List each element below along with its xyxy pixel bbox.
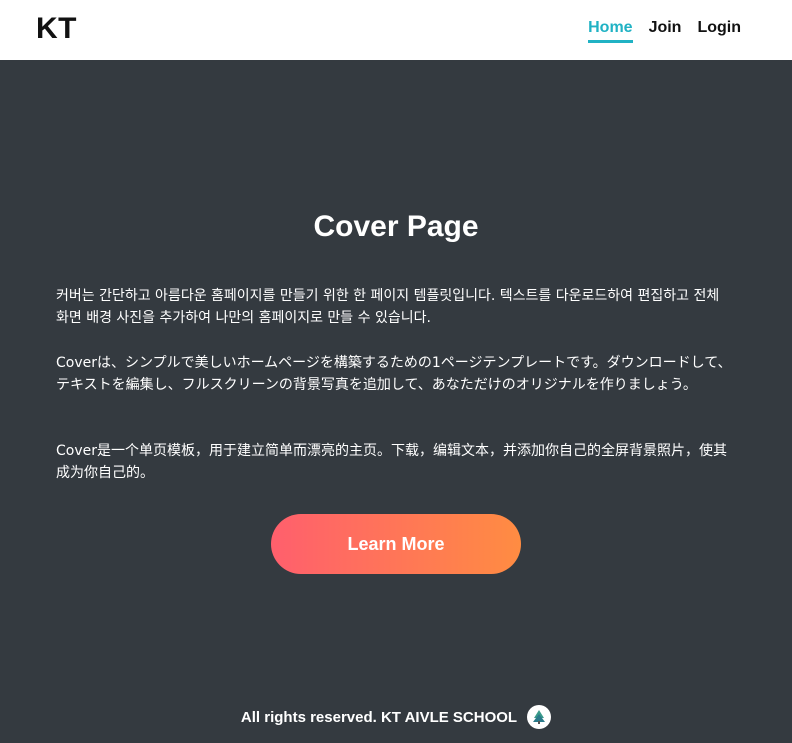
tree-logo-icon[interactable] — [527, 705, 552, 729]
nav-home-link[interactable]: Home — [588, 19, 633, 43]
learn-more-button[interactable]: Learn More — [271, 514, 521, 574]
nav-login-link[interactable]: Login — [697, 19, 741, 43]
footer: All rights reserved. KT AIVLE SCHOOL — [0, 705, 792, 729]
footer-copyright: All rights reserved. KT AIVLE SCHOOL — [240, 708, 518, 726]
brand-logo[interactable]: KT — [36, 12, 77, 46]
top-navbar: KT Home Join Login — [0, 0, 792, 60]
main-nav: Home Join Login — [588, 19, 741, 43]
description-korean: 커버는 간단하고 아름다운 홈페이지를 만들기 위한 한 페이지 템플릿입니다.… — [56, 288, 720, 326]
nav-join-link[interactable]: Join — [649, 19, 682, 43]
page-title: Cover Page — [313, 210, 479, 243]
description-chinese: Cover是一个单页模板，用于建立简单而漂亮的主页。下载，编辑文本，并添加你自己… — [56, 443, 727, 481]
tree-logo-icon-graphic — [533, 710, 546, 724]
cover-section: Cover Page 커버는 간단하고 아름다운 홈페이지를 만들기 위한 한 … — [0, 60, 792, 743]
description-japanese: Coverは、シンプルで美しいホームページを構築するための1ページテンプレートで… — [56, 355, 732, 393]
